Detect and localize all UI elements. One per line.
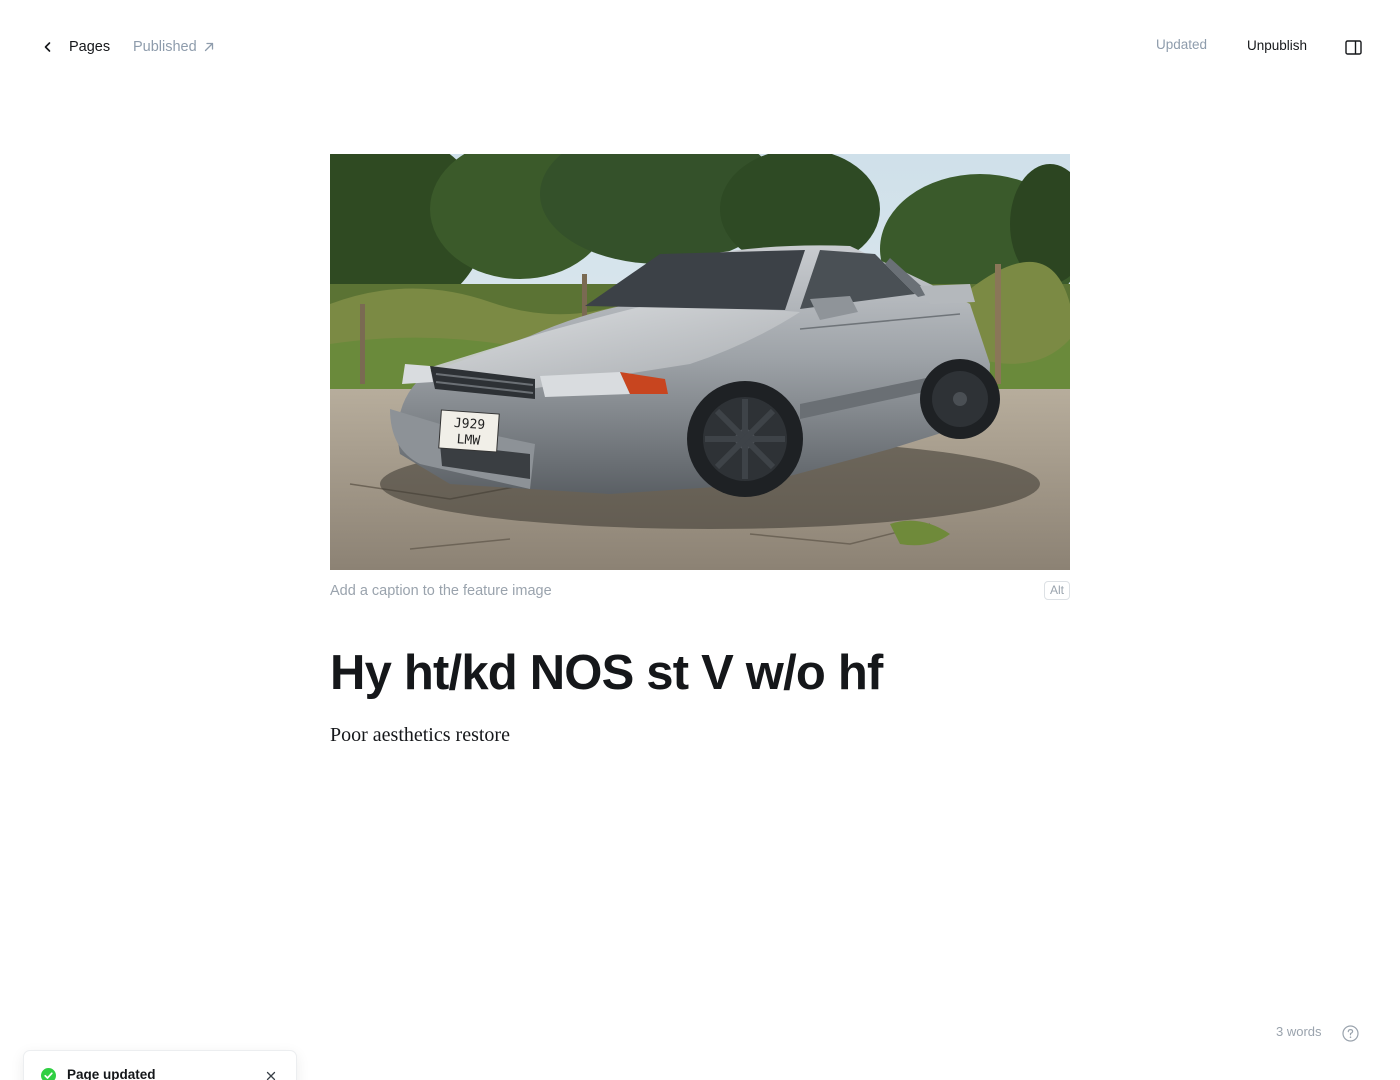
caption-row: Alt [330, 580, 1070, 602]
status-label: Published [133, 39, 197, 55]
feature-image[interactable]: J929 LMW [330, 154, 1070, 570]
toast-message: Page updated [67, 1067, 156, 1080]
chevron-left-icon [40, 39, 56, 55]
close-icon[interactable] [264, 1069, 278, 1080]
post-body-paragraph[interactable]: Poor aesthetics restore [330, 720, 1070, 750]
post-title[interactable]: Hy ht/kd NOS st V w/o hf [330, 642, 1070, 704]
page-editor: Pages Published Updated Unpublish J929 L… [0, 0, 1400, 1080]
check-circle-icon [41, 1068, 56, 1080]
feature-image-caption-input[interactable] [330, 580, 1010, 602]
published-status-link[interactable]: Published [133, 36, 217, 58]
question-circle-icon[interactable] [1341, 1024, 1359, 1042]
plate-line-1: J929 [453, 416, 485, 433]
back-to-pages-link[interactable]: Pages [40, 36, 110, 58]
unpublish-button[interactable]: Unpublish [1247, 35, 1307, 57]
plate-line-2: LMW [456, 432, 481, 449]
back-label: Pages [69, 39, 111, 55]
alt-text-button[interactable]: Alt [1043, 581, 1070, 600]
arrow-up-right-icon [203, 40, 217, 54]
page-updated-toast: Page updated [23, 1050, 297, 1080]
sidebar-toggle-icon[interactable] [1344, 38, 1362, 56]
editor-topbar: Pages Published Updated Unpublish [0, 0, 1400, 94]
word-count: 3 words [1276, 1024, 1322, 1039]
save-state-label: Updated [1156, 37, 1208, 52]
